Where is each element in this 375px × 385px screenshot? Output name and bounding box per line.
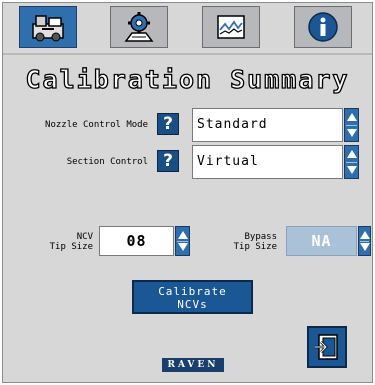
raven-logo: RAVEN xyxy=(162,358,224,372)
arrow-up-icon[interactable] xyxy=(347,113,357,121)
spinner-divider xyxy=(360,241,369,242)
ncv-tip-size-spinner[interactable] xyxy=(175,226,190,256)
arrow-down-icon[interactable] xyxy=(347,166,357,174)
tab-bar xyxy=(3,3,372,55)
calibration-summary-panel: Calibration Summary Nozzle Control Mode … xyxy=(2,2,373,383)
section-control-help-button[interactable]: ? xyxy=(157,150,179,172)
bypass-tip-size-field: NA xyxy=(286,226,357,256)
nozzle-control-mode-label: Nozzle Control Mode xyxy=(45,120,148,130)
calibrate-ncvs-button[interactable]: Calibrate NCVs xyxy=(132,280,253,314)
section-control-field[interactable]: Virtual xyxy=(192,145,343,179)
spinner-divider xyxy=(177,241,188,242)
section-control-label: Section Control xyxy=(66,157,148,167)
bypass-tip-size-spinner[interactable] xyxy=(358,226,371,256)
tab-machine[interactable] xyxy=(19,6,77,48)
bypass-label-line2: Tip Size xyxy=(233,242,277,252)
calibrate-button-line2: NCVs xyxy=(177,298,208,311)
arrow-down-icon[interactable] xyxy=(360,243,370,251)
ncv-label-line1: NCV xyxy=(76,232,93,242)
machine-icon xyxy=(32,15,64,42)
exit-button[interactable] xyxy=(307,326,347,368)
arrow-down-icon[interactable] xyxy=(347,129,357,137)
tab-settings[interactable] xyxy=(110,6,168,48)
bypass-label-line1: Bypass xyxy=(244,232,277,242)
spinner-divider xyxy=(346,162,357,163)
nozzle-control-mode-field[interactable]: Standard xyxy=(192,108,343,142)
ncv-tip-size-field[interactable]: 08 xyxy=(99,226,174,256)
arrow-up-icon[interactable] xyxy=(347,150,357,158)
spinner-divider xyxy=(346,125,357,126)
tab-info[interactable] xyxy=(294,6,352,48)
bypass-tip-size-label: Bypass Tip Size xyxy=(209,232,277,252)
ncv-label-line2: Tip Size xyxy=(49,242,93,252)
exit-icon xyxy=(315,334,338,360)
screen: Calibration Summary Nozzle Control Mode … xyxy=(0,0,375,385)
info-icon xyxy=(308,12,338,42)
arrow-down-icon[interactable] xyxy=(178,243,188,251)
page-title: Calibration Summary xyxy=(25,64,350,94)
chart-icon xyxy=(217,15,245,39)
calibrate-button-line1: Calibrate xyxy=(158,285,227,298)
arrow-up-icon[interactable] xyxy=(360,231,370,239)
gear-settings-icon xyxy=(124,12,154,42)
nozzle-control-mode-spinner[interactable] xyxy=(344,108,359,142)
arrow-up-icon[interactable] xyxy=(178,231,188,239)
section-control-spinner[interactable] xyxy=(344,145,359,179)
nozzle-control-help-button[interactable]: ? xyxy=(157,113,179,135)
ncv-tip-size-label: NCV Tip Size xyxy=(19,232,93,252)
tab-chart[interactable] xyxy=(202,6,260,48)
